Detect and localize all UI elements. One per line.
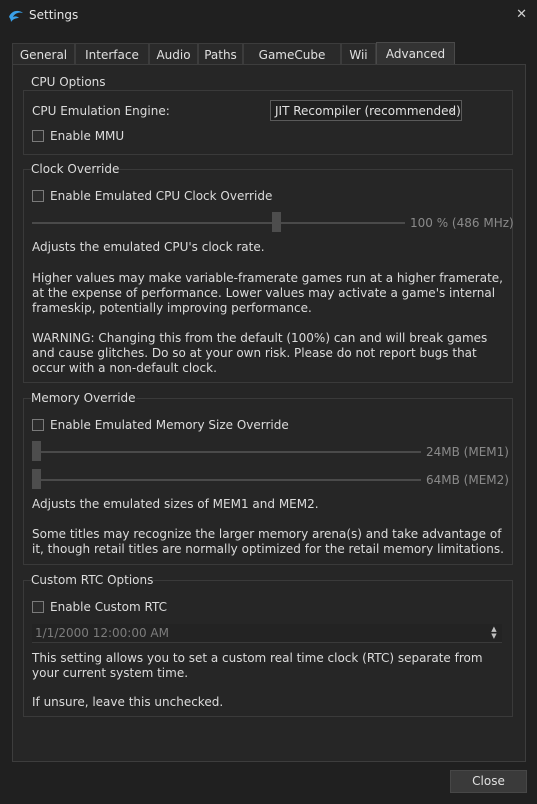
mem1-slider-handle[interactable] [32, 441, 41, 461]
memory-override-label: Enable Emulated Memory Size Override [50, 418, 289, 432]
tab-advanced[interactable]: Advanced [376, 42, 455, 65]
dolphin-app-icon [9, 10, 23, 22]
mmu-checkbox[interactable] [32, 130, 44, 142]
close-button[interactable]: Close [450, 770, 527, 793]
cpu-engine-label: CPU Emulation Engine: [32, 104, 170, 118]
rtc-datetime-value: 1/1/2000 12:00:00 AM [35, 626, 169, 640]
mmu-label: Enable MMU [50, 129, 125, 143]
memory-override-title: Memory Override [31, 391, 136, 405]
mem2-value: 64MB (MEM2) [426, 473, 509, 487]
rtc-datetime-input[interactable]: 1/1/2000 12:00:00 AM ▲ ▼ [32, 624, 502, 643]
cpu-options-title: CPU Options [31, 75, 106, 89]
tab-gamecube[interactable]: GameCube [243, 43, 341, 65]
chevron-down-icon: ⌄ [447, 104, 456, 115]
clock-slider-value: 100 % (486 MHz) [410, 216, 514, 230]
clock-desc-1: Adjusts the emulated CPU's clock rate. [32, 240, 265, 254]
tab-general[interactable]: General [12, 43, 75, 65]
clock-desc-2: Higher values may make variable-framerat… [32, 271, 503, 315]
custom-rtc-label: Enable Custom RTC [50, 600, 167, 614]
rtc-desc-2: If unsure, leave this unchecked. [32, 695, 224, 709]
memory-desc-1: Adjusts the emulated sizes of MEM1 and M… [32, 497, 319, 511]
datetime-spinner[interactable]: ▲ ▼ [490, 626, 498, 640]
mem2-slider-handle[interactable] [32, 469, 41, 489]
clock-slider-track[interactable] [32, 222, 405, 224]
spin-down-icon[interactable]: ▼ [490, 633, 498, 640]
mem1-value: 24MB (MEM1) [426, 445, 509, 459]
mem1-slider-track[interactable] [32, 451, 421, 453]
tab-interface[interactable]: Interface [75, 43, 149, 65]
clock-override-checkbox[interactable] [32, 190, 44, 202]
cpu-engine-value: JIT Recompiler (recommended) [275, 104, 461, 118]
mem2-slider-track[interactable] [32, 479, 421, 481]
title-bar: Settings ✕ [0, 0, 537, 32]
clock-desc-3: WARNING: Changing this from the default … [32, 331, 488, 375]
clock-override-title: Clock Override [31, 162, 120, 176]
rtc-desc-1: This setting allows you to set a custom … [32, 651, 483, 680]
custom-rtc-checkbox[interactable] [32, 601, 44, 613]
clock-override-label: Enable Emulated CPU Clock Override [50, 189, 273, 203]
tab-audio[interactable]: Audio [149, 43, 198, 65]
custom-rtc-title: Custom RTC Options [31, 573, 154, 587]
memory-override-checkbox[interactable] [32, 419, 44, 431]
window-title: Settings [29, 8, 79, 22]
cpu-engine-select[interactable]: JIT Recompiler (recommended) ⌄ [270, 100, 462, 121]
tab-wii[interactable]: Wii [341, 43, 376, 65]
memory-desc-2: Some titles may recognize the larger mem… [32, 527, 504, 556]
window-close-icon[interactable]: ✕ [516, 7, 527, 22]
clock-slider-handle[interactable] [272, 212, 282, 232]
tab-paths[interactable]: Paths [198, 43, 243, 65]
